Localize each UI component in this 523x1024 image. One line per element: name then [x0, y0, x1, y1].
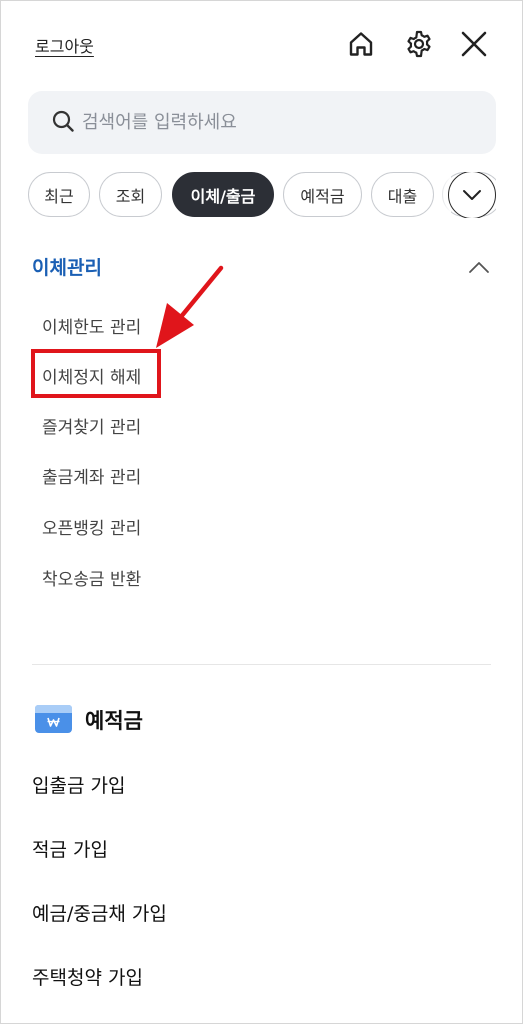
- menu-item-savings-signup[interactable]: 적금 가입: [32, 835, 108, 862]
- top-bar: 로그아웃: [0, 0, 523, 90]
- wallet-icon: [35, 705, 72, 737]
- chip-recent[interactable]: 최근: [28, 172, 90, 217]
- section-title-transfer[interactable]: 이체관리: [32, 253, 102, 280]
- chevron-up-icon[interactable]: [464, 254, 494, 280]
- close-icon[interactable]: [456, 26, 492, 62]
- menu-item-transfer-limit[interactable]: 이체한도 관리: [42, 313, 141, 338]
- menu-item-withdraw-account[interactable]: 출금계좌 관리: [42, 463, 141, 488]
- chip-transfer[interactable]: 이체/출금: [172, 172, 274, 217]
- category-chips: 최근 조회 이체/출금 예적금 대출: [28, 172, 496, 218]
- logout-link[interactable]: 로그아웃: [35, 33, 94, 57]
- menu-item-deposit-bond-signup[interactable]: 예금/중금채 가입: [32, 899, 167, 926]
- home-icon[interactable]: [343, 26, 379, 62]
- highlight-box: [31, 349, 161, 398]
- menu-item-open-banking[interactable]: 오픈뱅킹 관리: [42, 514, 141, 539]
- menu-item-checking-signup[interactable]: 입출금 가입: [32, 771, 125, 798]
- search-bar[interactable]: [28, 91, 496, 154]
- menu-item-mistransfer-return[interactable]: 착오송금 반환: [42, 565, 141, 590]
- section-title-deposit: 예적금: [85, 709, 143, 733]
- chip-inquiry[interactable]: 조회: [99, 172, 162, 217]
- search-input[interactable]: [82, 112, 462, 133]
- chevron-down-icon[interactable]: [448, 172, 496, 218]
- search-icon: [52, 110, 74, 136]
- chip-deposit[interactable]: 예적금: [283, 172, 362, 217]
- menu-item-favorites[interactable]: 즐겨찾기 관리: [42, 413, 141, 438]
- chip-loan[interactable]: 대출: [371, 172, 434, 217]
- red-arrow-annotation: [156, 265, 224, 348]
- gear-icon[interactable]: [401, 26, 437, 62]
- menu-item-housing-subscription[interactable]: 주택청약 가입: [32, 963, 143, 990]
- section-divider: [32, 664, 491, 665]
